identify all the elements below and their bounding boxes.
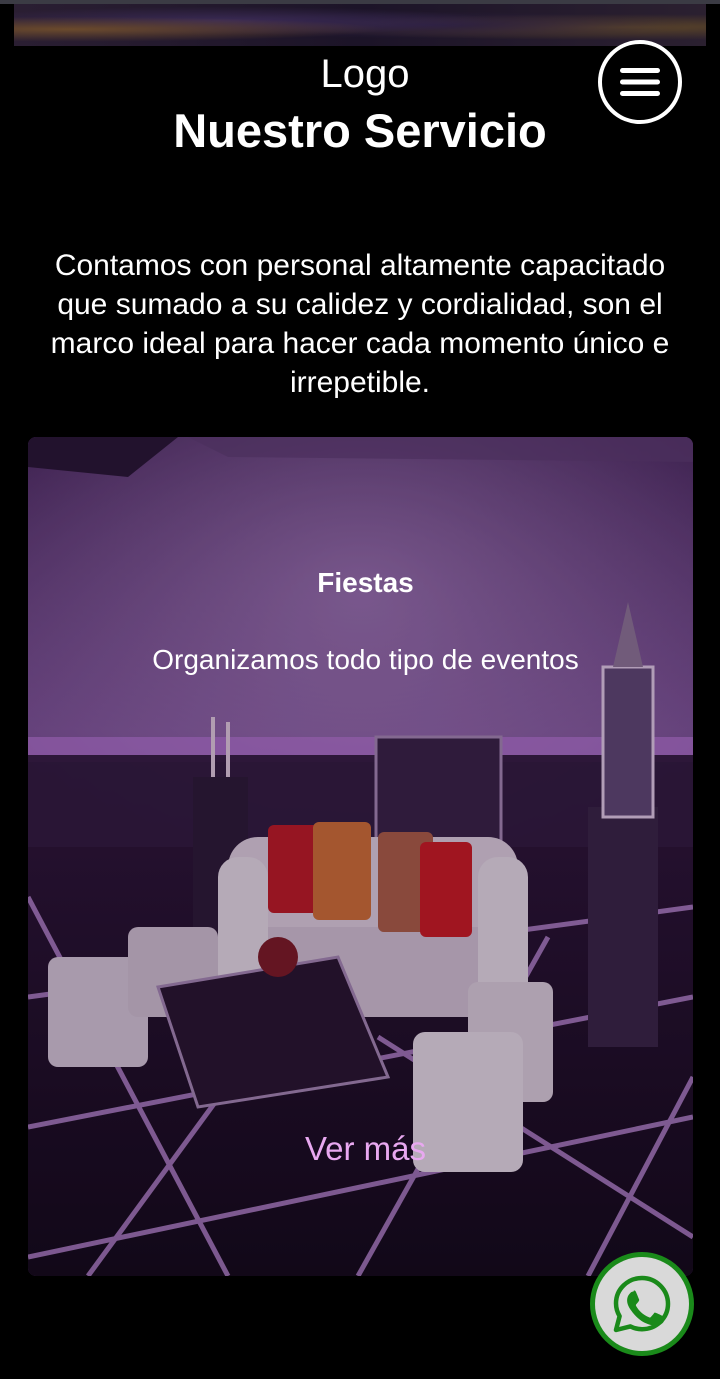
intro-text: Contamos con personal altamente capacita… xyxy=(50,249,670,399)
service-card-title: Fiestas xyxy=(317,567,414,598)
menu-button[interactable] xyxy=(598,40,682,124)
ver-mas-link[interactable]: Ver más xyxy=(28,1130,693,1168)
header-banner-image xyxy=(14,4,706,46)
page: Logo Nuestro Servicio Contamos con perso… xyxy=(0,0,720,1379)
service-card[interactable]: Fiestas Organizamos todo tipo de eventos… xyxy=(28,437,693,1276)
service-card-description: Organizamos todo tipo de eventos xyxy=(152,644,579,675)
whatsapp-icon xyxy=(613,1275,671,1333)
hamburger-menu-icon xyxy=(620,68,660,96)
whatsapp-button[interactable] xyxy=(590,1252,694,1356)
whatsapp-button-inner xyxy=(595,1257,689,1351)
